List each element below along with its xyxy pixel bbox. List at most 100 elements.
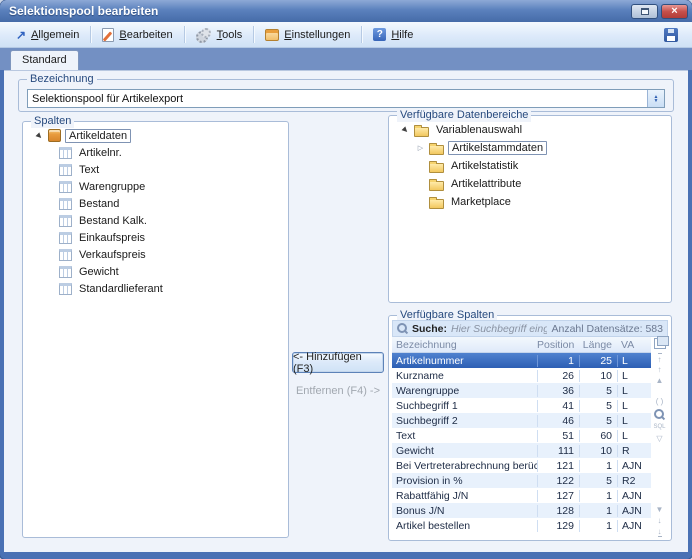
tree-node-label: Einkaufspreis [76, 232, 148, 244]
table-row[interactable]: Artikelnummer 1 25 L [392, 353, 651, 368]
tree-item-artikelattribute[interactable]: Artikelattribute [389, 175, 671, 193]
datenbereiche-group: Verfügbare Datenbereiche ▶ Variablenausw… [388, 115, 672, 303]
column-header-bezeichnung[interactable]: Bezeichnung [392, 339, 537, 351]
expander-closed-icon[interactable]: ▷ [416, 144, 425, 152]
bezeichnung-combobox[interactable]: Selektionspool für Artikelexport ▲ ▼ [27, 89, 665, 108]
tree-item-warengruppe[interactable]: Warengruppe [23, 178, 288, 195]
tree-item-text[interactable]: Text [23, 161, 288, 178]
tree-node-label: Marketplace [448, 196, 514, 208]
folder-icon [429, 199, 444, 209]
move-up-icon[interactable]: ↑ [658, 364, 662, 375]
tree-item-artikelstammdaten[interactable]: ▷ Artikelstammdaten [389, 139, 671, 157]
tree-node-label: Verkaufspreis [76, 249, 149, 261]
table-row[interactable]: Text 51 60 L [392, 428, 651, 443]
column-header-laenge[interactable]: Länge [579, 339, 617, 351]
table-row[interactable]: Kurzname 26 10 L [392, 368, 651, 383]
table-column-icon [59, 266, 72, 278]
gears-icon [196, 28, 212, 41]
move-down-icon[interactable]: ↓ [658, 515, 662, 526]
grid-area: Bezeichnung Position Länge VA Artikelnum… [392, 337, 668, 537]
toolbar: ↗ Allgemein Bearbeiten Tools Einstellung… [0, 22, 692, 48]
table-row[interactable]: Bei Vertreterabrechnung berücksichtige 1… [392, 458, 651, 473]
table-column-icon [59, 249, 72, 261]
tree-item-verkaufspreis[interactable]: Verkaufspreis [23, 246, 288, 263]
save-button[interactable] [658, 26, 684, 44]
close-button[interactable]: × [661, 4, 688, 19]
tree-item-artikelstatistik[interactable]: Artikelstatistik [389, 157, 671, 175]
toolbar-label: Einstellungen [284, 29, 350, 41]
table-row[interactable]: Gewicht 111 10 R [392, 443, 651, 458]
tab-content: Bezeichnung Selektionspool für Artikelex… [4, 70, 688, 552]
combobox-dropdown-button[interactable]: ▲ ▼ [647, 90, 664, 107]
toolbar-item-bearbeiten[interactable]: Bearbeiten [96, 26, 178, 44]
brackets-icon[interactable]: ( ) [656, 396, 664, 407]
toolbar-label: Tools [217, 29, 243, 41]
tree-item-einkaufspreis[interactable]: Einkaufspreis [23, 229, 288, 246]
toolbar-item-einstellungen[interactable]: Einstellungen [259, 27, 356, 43]
spalten-group-label: Spalten [31, 114, 74, 128]
tree-item-standardlieferant[interactable]: Standardlieferant [23, 280, 288, 297]
scroll-to-bottom-icon[interactable]: ↓ [658, 526, 662, 537]
table-column-icon [59, 198, 72, 210]
tree-item-bestand-kalk[interactable]: Bestand Kalk. [23, 212, 288, 229]
tab-standard[interactable]: Standard [10, 50, 79, 70]
tree-item-variablenauswahl[interactable]: ▶ Variablenauswahl [389, 121, 671, 139]
save-icon [664, 28, 678, 42]
columns-table: Suche: Anzahl Datensätze: 583 Bezeichnun… [392, 320, 668, 537]
hinzufuegen-button[interactable]: <- Hinzufügen (F3) [292, 352, 384, 373]
tree-node-label: Variablenauswahl [433, 124, 525, 136]
table-row[interactable]: Suchbegriff 2 46 5 L [392, 413, 651, 428]
tree-node-label: Gewicht [76, 266, 122, 278]
table-row[interactable]: Artikel bestellen 129 1 AJN [392, 518, 651, 533]
filter-icon[interactable]: ▽ [656, 433, 662, 444]
help-icon: ? [373, 28, 386, 41]
scroll-to-top-icon[interactable]: ↑ [658, 353, 662, 364]
toolbar-item-hilfe[interactable]: ? Hilfe [367, 26, 419, 43]
title-bar[interactable]: Selektionspool bearbeiten × [0, 0, 692, 22]
toolbar-item-allgemein[interactable]: ↗ Allgemein [10, 27, 85, 43]
folder-icon [429, 145, 444, 155]
tree-node-label: Standardlieferant [76, 283, 166, 295]
window-title: Selektionspool bearbeiten [9, 4, 628, 18]
table-column-icon [59, 283, 72, 295]
table-column-icon [59, 164, 72, 176]
expander-open-icon[interactable]: ▶ [33, 129, 45, 141]
column-header-position[interactable]: Position [537, 339, 579, 351]
tree-item-marketplace[interactable]: Marketplace [389, 193, 671, 211]
entfernen-button[interactable]: Entfernen (F4) -> [292, 380, 384, 401]
toolbar-item-tools[interactable]: Tools [190, 26, 249, 43]
search-icon [397, 323, 408, 334]
tree-node-label: Artikeldaten [65, 129, 131, 143]
combobox-value: Selektionspool für Artikelexport [28, 93, 647, 105]
sql-filter-icon[interactable]: SQL [653, 422, 665, 433]
close-icon: × [671, 5, 677, 17]
table-header: Bezeichnung Position Länge VA [392, 337, 651, 353]
table-row[interactable]: Warengruppe 36 5 L [392, 383, 651, 398]
tree-item-artikelnr[interactable]: Artikelnr. [23, 144, 288, 161]
page-up-icon[interactable]: ▲ [656, 375, 664, 386]
toolbar-label: Hilfe [391, 29, 413, 41]
tree-node-label: Bestand Kalk. [76, 215, 150, 227]
package-icon [48, 129, 61, 142]
search-row-icon[interactable] [654, 409, 665, 420]
tree-node-label: Artikelstammdaten [448, 141, 547, 155]
table-column-icon [59, 147, 72, 159]
table-side-toolbar: ↑ ↑ ▲ ( ) SQL ▽ ▼ ↓ ↓ [651, 337, 668, 537]
tree-item-artikeldaten[interactable]: ▶ Artikeldaten [23, 127, 288, 144]
column-chooser-icon[interactable] [654, 338, 666, 349]
tree-node-label: Bestand [76, 198, 122, 210]
restore-button[interactable] [631, 4, 658, 19]
table-row[interactable]: Rabattfähig J/N 127 1 AJN [392, 488, 651, 503]
toolbar-label: Bearbeiten [119, 29, 172, 41]
expander-open-icon[interactable]: ▶ [399, 124, 411, 136]
table-row[interactable]: Provision in % 122 5 R2 [392, 473, 651, 488]
table-row[interactable]: Suchbegriff 1 41 5 L [392, 398, 651, 413]
tree-item-gewicht[interactable]: Gewicht [23, 263, 288, 280]
table-row[interactable]: Bonus J/N 128 1 AJN [392, 503, 651, 518]
folder-icon [429, 163, 444, 173]
column-header-va[interactable]: VA [617, 339, 651, 351]
tree-item-bestand[interactable]: Bestand [23, 195, 288, 212]
search-input[interactable] [451, 323, 547, 335]
tab-strip: Standard [0, 48, 692, 70]
page-down-icon[interactable]: ▼ [656, 504, 664, 515]
